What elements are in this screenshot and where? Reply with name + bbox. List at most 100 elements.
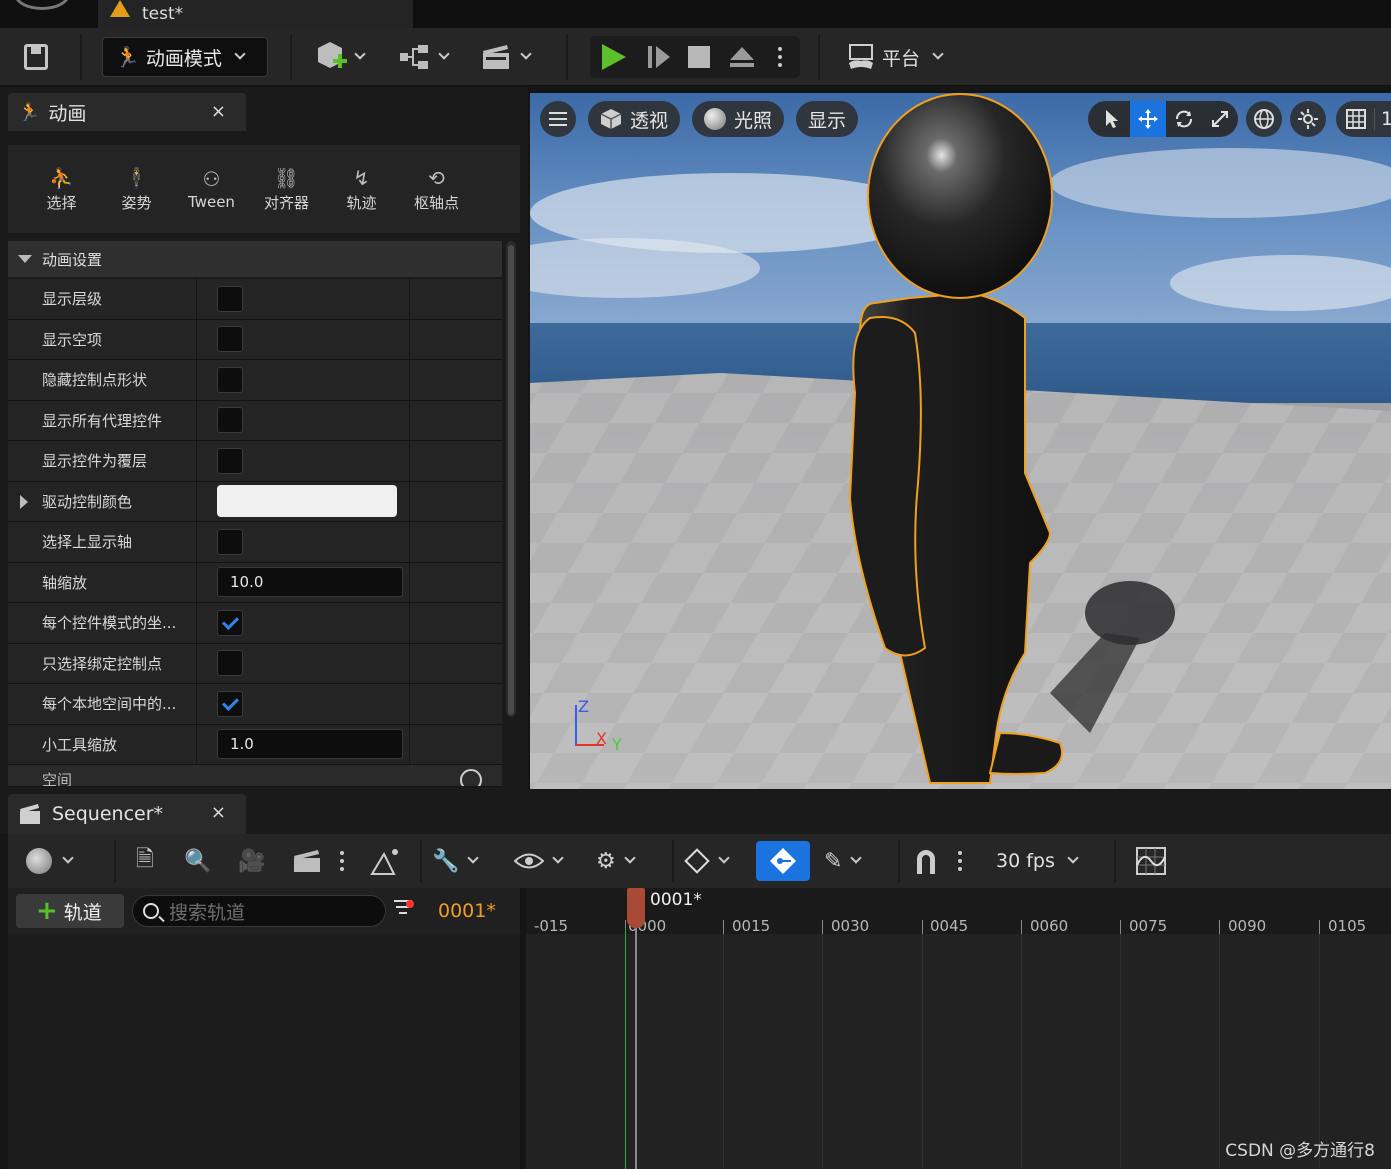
tool-pose[interactable]: 🕴 姿势 xyxy=(99,145,174,233)
prop-checkbox[interactable] xyxy=(217,609,243,636)
document-tab-title: test* xyxy=(142,4,184,24)
playback-options-dropdown[interactable]: ⚙ xyxy=(596,834,636,888)
close-icon[interactable]: × xyxy=(211,802,226,823)
clapperboard-icon xyxy=(294,850,320,872)
perspective-button[interactable]: 透视 xyxy=(588,101,681,137)
frame-rate-dropdown[interactable]: 30 fps xyxy=(996,834,1079,888)
auto-key-button[interactable] xyxy=(756,841,810,881)
current-frame-display[interactable]: 0001* xyxy=(438,900,496,922)
blueprint-button[interactable] xyxy=(398,28,450,86)
translate-mode-button[interactable] xyxy=(1130,101,1166,137)
more-play-options-button[interactable] xyxy=(778,28,782,86)
curve-editor-toggle[interactable] xyxy=(1136,834,1166,888)
key-interpolation-dropdown[interactable] xyxy=(684,834,730,888)
track-search-input[interactable]: 搜索轨道 xyxy=(132,895,386,927)
playhead-handle[interactable] xyxy=(627,888,645,928)
save-button[interactable] xyxy=(24,28,48,86)
prop-checkbox[interactable] xyxy=(217,650,243,677)
surface-snapping-button[interactable] xyxy=(1290,101,1326,137)
more-options-icon xyxy=(958,851,962,871)
tool-pivot[interactable]: ⟲ 枢轴点 xyxy=(399,145,474,233)
sequencer-tab[interactable]: Sequencer* × xyxy=(8,794,246,834)
add-actor-icon xyxy=(318,42,347,68)
lighting-button[interactable]: 光照 xyxy=(692,101,785,137)
grid-icon xyxy=(1346,109,1366,129)
tool-tween[interactable]: ⚇ Tween xyxy=(174,145,249,233)
add-actor-button[interactable] xyxy=(314,28,366,86)
prop-checkbox[interactable] xyxy=(217,285,243,312)
perspective-label: 透视 xyxy=(630,109,669,132)
chevron-down-icon xyxy=(552,852,564,864)
scrollbar-thumb[interactable] xyxy=(508,245,514,715)
cinematics-button[interactable] xyxy=(480,28,532,86)
prop-checkbox[interactable] xyxy=(217,366,243,393)
select-mode-button[interactable] xyxy=(1094,101,1130,137)
playhead-line[interactable] xyxy=(635,926,637,1169)
curve-grid-icon xyxy=(1136,847,1166,875)
scale-mode-button[interactable] xyxy=(1202,101,1238,137)
mode-dropdown[interactable]: 🏃 动画模式 xyxy=(102,37,268,77)
color-swatch[interactable] xyxy=(217,485,397,518)
add-track-button[interactable]: + 轨道 xyxy=(16,894,124,928)
advance-frame-button[interactable] xyxy=(646,28,672,86)
rotate-mode-button[interactable] xyxy=(1166,101,1202,137)
platform-dropdown[interactable]: 平台 xyxy=(846,28,944,86)
tool-motion-trail[interactable]: ↯ 轨迹 xyxy=(324,145,399,233)
create-camera-button[interactable]: 🎥 xyxy=(238,834,265,888)
sequencer-timeline[interactable]: -015 0000 0015 0030 0045 0060 0075 0090 … xyxy=(526,888,1391,1169)
play-button[interactable] xyxy=(602,28,626,86)
ruler-tick-label: 0060 xyxy=(1030,917,1069,935)
edit-mode-dropdown[interactable]: ✎ xyxy=(824,834,863,888)
tools-dropdown[interactable]: 🔧 xyxy=(432,834,480,888)
space-section-header[interactable]: 空间 xyxy=(8,765,502,787)
tool-label: 对齐器 xyxy=(263,193,309,212)
tool-select[interactable]: ⛹ 选择 xyxy=(24,145,99,233)
viewport-options-button[interactable] xyxy=(540,101,576,137)
axis-scale-input[interactable]: 10.0 xyxy=(217,567,403,598)
gizmo-scale-input[interactable]: 1.0 xyxy=(217,729,403,760)
animation-tab[interactable]: 🏃 动画 × xyxy=(8,93,246,131)
playback-range-start-marker[interactable] xyxy=(625,928,626,1169)
sequencer-tabbar: Sequencer* × xyxy=(0,790,1391,834)
running-man-icon: 🏃 xyxy=(115,45,140,69)
grid-snap-button[interactable]: 1 xyxy=(1336,101,1391,137)
tool-label: 选择 xyxy=(46,193,77,212)
save-sequence-button[interactable]: 🗎 xyxy=(136,834,154,888)
unreal-logo-icon[interactable] xyxy=(14,0,70,10)
prop-label: 每个控件模式的坐... xyxy=(42,614,177,633)
render-movie-button[interactable] xyxy=(292,834,322,888)
snapping-button[interactable] xyxy=(914,834,938,888)
globe-icon xyxy=(1254,109,1274,129)
prop-checkbox[interactable] xyxy=(217,407,243,434)
show-button[interactable]: 显示 xyxy=(796,101,859,137)
eject-button[interactable] xyxy=(728,28,756,86)
animation-settings-header[interactable]: 动画设置 xyxy=(8,241,502,277)
find-in-content-browser-button[interactable]: 🔍 xyxy=(184,834,211,888)
chevron-down-icon xyxy=(718,852,730,864)
add-icon[interactable] xyxy=(460,769,482,786)
prop-label: 显示控件为覆层 xyxy=(42,452,148,471)
prop-row: 驱动控制颜色 xyxy=(8,481,502,522)
snap-options-button[interactable] xyxy=(958,834,962,888)
prop-checkbox[interactable] xyxy=(217,447,243,474)
curve-editor-button[interactable] xyxy=(370,834,402,888)
level-viewport[interactable]: 透视 光照 显示 1 Z X Y xyxy=(530,93,1391,789)
tool-snapper[interactable]: ⛓ 对齐器 xyxy=(249,145,324,233)
document-tab[interactable]: test* xyxy=(98,0,413,28)
prop-checkbox[interactable] xyxy=(217,690,243,717)
prop-checkbox[interactable] xyxy=(217,326,243,353)
prop-row: 显示控件为覆层 xyxy=(8,441,502,482)
more-sequence-options-button[interactable] xyxy=(340,834,344,888)
track-filter-row: + 轨道 搜索轨道 0001* xyxy=(8,888,520,934)
collapse-arrow-icon xyxy=(18,255,32,263)
save-sequence-icon: 🗎 xyxy=(136,847,154,872)
level-asset-icon xyxy=(110,0,130,17)
search-placeholder: 搜索轨道 xyxy=(169,901,246,924)
prop-label: 显示层级 xyxy=(42,290,103,309)
close-icon[interactable]: × xyxy=(211,101,226,122)
view-options-dropdown[interactable] xyxy=(514,834,564,888)
prop-checkbox[interactable] xyxy=(217,528,243,555)
world-space-button[interactable] xyxy=(1246,101,1282,137)
world-context-button[interactable] xyxy=(26,834,74,888)
stop-button[interactable] xyxy=(688,28,710,86)
